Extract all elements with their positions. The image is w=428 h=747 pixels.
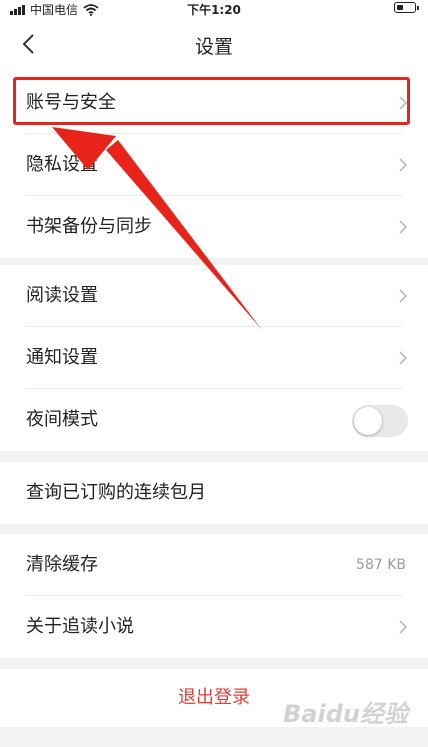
chevron-right-icon <box>399 289 408 303</box>
row-label: 阅读设置 <box>26 285 98 306</box>
night-mode-toggle[interactable] <box>352 405 408 437</box>
row-account-security[interactable]: 账号与安全 <box>0 72 428 134</box>
row-label: 夜间模式 <box>26 409 98 430</box>
settings-group-account: 账号与安全 隐私设置 书架备份与同步 <box>0 72 428 258</box>
row-reading-settings[interactable]: 阅读设置 <box>0 265 428 327</box>
toggle-knob <box>354 407 382 435</box>
back-button[interactable] <box>14 28 42 60</box>
nav-bar: 设置 <box>0 16 428 72</box>
cache-size-value: 587 KB <box>356 557 406 573</box>
row-bookshelf-backup[interactable]: 书架备份与同步 <box>0 196 428 258</box>
status-bar: 中国电信 下午1:20 <box>0 0 428 17</box>
row-label: 隐私设置 <box>26 154 98 175</box>
row-subscription-query[interactable]: 查询已订购的连续包月 <box>0 462 428 524</box>
chevron-right-icon <box>399 96 408 110</box>
page-title: 设置 <box>194 36 233 58</box>
chevron-right-icon <box>399 220 408 234</box>
row-label: 关于追读小说 <box>26 616 134 637</box>
row-about[interactable]: 关于追读小说 <box>0 596 428 658</box>
row-privacy-settings[interactable]: 隐私设置 <box>0 134 428 196</box>
row-label: 书架备份与同步 <box>26 216 152 237</box>
row-label: 通知设置 <box>26 347 98 368</box>
row-night-mode: 夜间模式 <box>0 389 428 451</box>
settings-group-misc: 清除缓存 587 KB 关于追读小说 <box>0 534 428 658</box>
battery-icon <box>394 2 419 13</box>
row-clear-cache[interactable]: 清除缓存 587 KB <box>0 534 428 596</box>
row-label: 账号与安全 <box>26 92 116 113</box>
settings-group-reading: 阅读设置 通知设置 夜间模式 <box>0 265 428 451</box>
settings-group-subscription: 查询已订购的连续包月 <box>0 462 428 524</box>
chevron-right-icon <box>399 158 408 172</box>
row-label: 查询已订购的连续包月 <box>26 482 206 503</box>
chevron-right-icon <box>399 620 408 634</box>
chevron-right-icon <box>399 351 408 365</box>
row-label: 清除缓存 <box>26 554 98 575</box>
back-icon <box>22 34 34 54</box>
watermark: Baidu经验 <box>283 700 408 728</box>
row-notification-settings[interactable]: 通知设置 <box>0 327 428 389</box>
